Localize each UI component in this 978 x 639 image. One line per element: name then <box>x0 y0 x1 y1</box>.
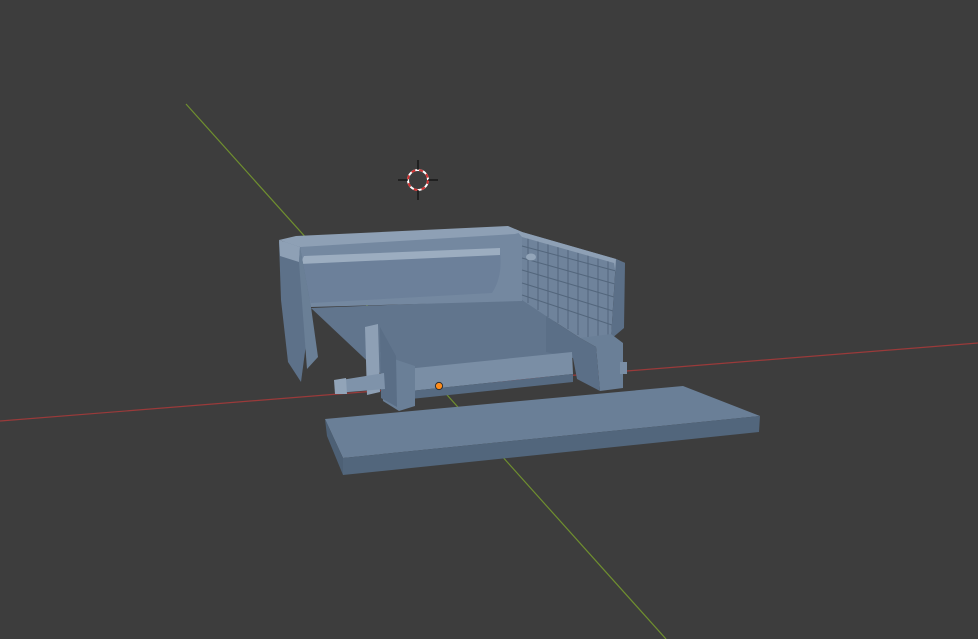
mesh-object[interactable] <box>279 226 760 475</box>
viewport-canvas[interactable] <box>0 0 978 639</box>
3d-cursor-icon[interactable] <box>398 160 438 200</box>
wall-knob <box>526 253 536 261</box>
latch-rod-end <box>334 378 347 394</box>
right-pin <box>620 362 627 374</box>
object-origin-dot-icon[interactable] <box>434 381 444 391</box>
3d-viewport[interactable] <box>0 0 978 639</box>
